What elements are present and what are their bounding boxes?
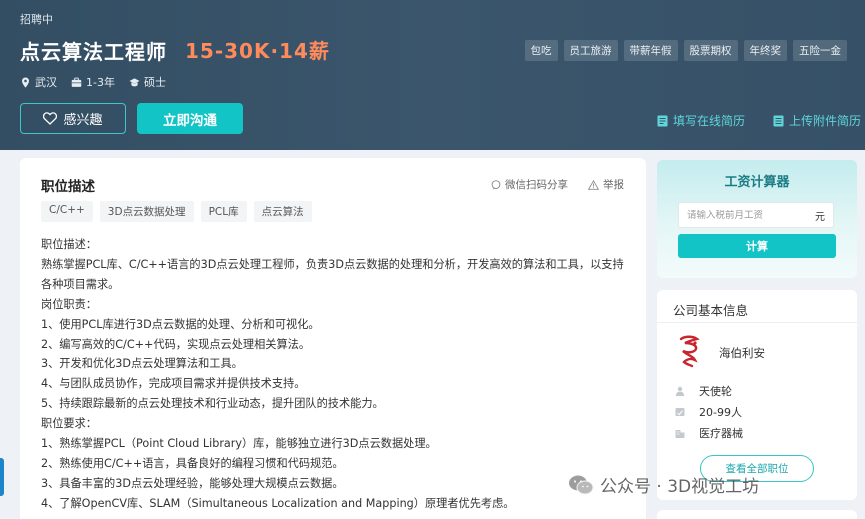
watermark-text: 公众号 · 3D视觉工坊: [600, 477, 760, 497]
location-text: 武汉: [35, 76, 57, 89]
next-section-card: [657, 510, 857, 519]
graduation-cap-icon: [129, 77, 140, 86]
benefit-tag: 包吃: [524, 40, 558, 61]
skill-tag: 3D点云数据处理: [99, 201, 194, 222]
company-info-card: 公司基本信息 海伯利安 天使轮 20-99人 医疗器械 查看全部职位: [657, 290, 857, 500]
salary-calculator-card: 工资计算器 元 计算: [657, 160, 857, 278]
education-text: 硕士: [143, 76, 166, 89]
location-pin-icon: [22, 76, 29, 88]
building-icon: [675, 430, 685, 438]
description-line: 4、了解OpenCV库、SLAM（Simultaneous Localizati…: [41, 496, 515, 510]
upload-resume-label: 上传附件简历: [789, 114, 862, 128]
company-section-title: 公司基本信息: [673, 303, 749, 318]
skill-tag: 点云算法: [253, 201, 312, 222]
divider: [657, 322, 857, 323]
benefit-tag: 员工旅游: [563, 40, 618, 61]
job-description-card: 职位描述 微信扫码分享 举报 C/C++ 3D点云数据处理 PCL库 点云算法 …: [20, 158, 646, 519]
description-line: 2、编写高效的C/C++代码，实现点云处理相关算法。: [41, 337, 311, 351]
experience-text: 1-3年: [86, 76, 115, 89]
description-line: 职位要求：: [41, 417, 97, 431]
heart-icon: [43, 112, 58, 125]
benefit-tag: 股票期权: [683, 40, 738, 61]
description-line: 4、与团队成员协作，完成项目需求并提供技术支持。: [41, 377, 306, 391]
benefit-tag: 年终奖: [743, 40, 787, 61]
fill-online-resume-link[interactable]: 填写在线简历: [657, 112, 745, 129]
experience-item: 1-3年: [71, 74, 115, 90]
description-line: 1、使用PCL库进行3D点云数据的处理、分析和可视化。: [41, 317, 320, 331]
industry-row: 医疗器械: [675, 425, 743, 441]
description-line: 3、具备丰富的3D点云处理经验，能够处理大规模点云数据。: [41, 476, 344, 490]
skill-tag: PCL库: [200, 201, 247, 222]
interest-button[interactable]: 感兴趣: [20, 103, 126, 134]
warning-icon: [588, 179, 599, 190]
section-title: 职位描述: [41, 179, 95, 195]
team-size-icon: [675, 408, 685, 416]
wechat-icon: [569, 475, 594, 494]
report-label: 举报: [603, 179, 624, 191]
edit-document-icon: [657, 115, 668, 126]
job-meta: 武汉 1-3年 硕士: [20, 74, 166, 90]
funding-stage: 天使轮: [699, 385, 732, 398]
education-item: 硕士: [129, 74, 166, 90]
attachment-document-icon: [773, 115, 784, 126]
company-logo[interactable]: [675, 334, 703, 368]
skill-tags: C/C++ 3D点云数据处理 PCL库 点云算法: [41, 201, 312, 222]
salary: 15-30K·14薪: [185, 39, 330, 63]
fill-online-resume-label: 填写在线简历: [673, 114, 746, 128]
funding-row: 天使轮: [675, 383, 732, 399]
description-line: 职位描述：: [41, 238, 97, 251]
description-text: 职位描述： 熟练掌握PCL库、C/C++语言的3D点云处理工程师，负责3D点云数…: [41, 235, 631, 514]
watermark: 公众号 · 3D视觉工坊: [568, 472, 759, 497]
interest-label: 感兴趣: [63, 113, 103, 128]
description-line: 3、开发和优化3D点云处理算法和工具。: [41, 357, 243, 371]
report-button[interactable]: 举报: [588, 177, 624, 192]
job-title: 点云算法工程师: [20, 40, 167, 64]
chat-bubble-icon: [491, 179, 501, 190]
chat-now-button[interactable]: 立即沟通: [137, 103, 243, 134]
currency-unit: 元: [815, 211, 825, 223]
person-icon: [675, 386, 685, 396]
wechat-share-button[interactable]: 微信扫码分享: [491, 177, 568, 192]
description-line: 岗位职责：: [41, 297, 97, 311]
calculator-title: 工资计算器: [724, 175, 790, 190]
description-line: 熟练掌握PCL库、C/C++语言的3D点云处理工程师，负责3D点云数据的处理和分…: [41, 257, 624, 291]
salary-input[interactable]: [687, 209, 797, 221]
benefit-tags: 包吃 员工旅游 带薪年假 股票期权 年终奖 五险一金: [524, 40, 847, 61]
calculate-button[interactable]: 计算: [678, 234, 836, 258]
benefit-tag: 带薪年假: [623, 40, 678, 61]
size-row: 20-99人: [675, 404, 742, 420]
benefit-tag: 五险一金: [793, 40, 847, 61]
side-scroll-handle[interactable]: [0, 458, 4, 496]
description-line: 5、持续跟踪最新的点云处理技术和行业动态，提升团队的技术能力。: [41, 397, 384, 411]
description-line: 1、熟练掌握PCL（Point Cloud Library）库，能够独立进行3D…: [41, 437, 437, 451]
upload-resume-link[interactable]: 上传附件简历: [773, 112, 861, 129]
company-size: 20-99人: [699, 406, 742, 419]
industry: 医疗器械: [699, 427, 743, 440]
location-item: 武汉: [20, 74, 57, 90]
job-header: 招聘中 点云算法工程师 15-30K·14薪 武汉 1-3年 硕士 包吃 员工旅…: [0, 0, 865, 150]
share-label: 微信扫码分享: [505, 179, 568, 191]
skill-tag: C/C++: [41, 201, 93, 222]
description-line: 2、熟练使用C/C++语言，具备良好的编程习惯和代码规范。: [41, 456, 344, 470]
recruiting-status: 招聘中: [20, 13, 53, 26]
salary-input-wrapper: 元: [678, 202, 834, 228]
company-name[interactable]: 海伯利安: [719, 345, 765, 361]
briefcase-icon: [71, 77, 82, 87]
